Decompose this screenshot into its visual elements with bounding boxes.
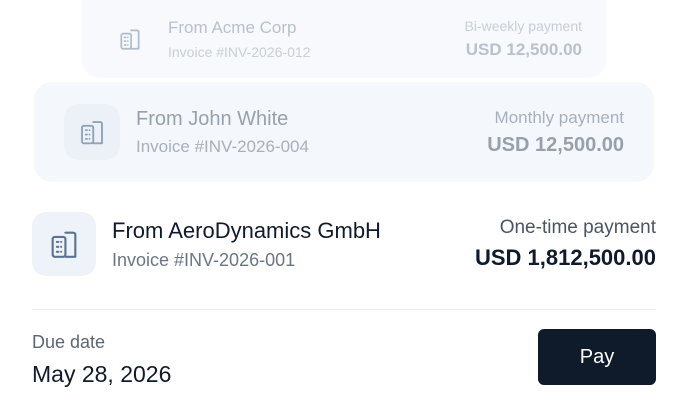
payment-type: Bi-weekly payment bbox=[464, 18, 583, 34]
invoice-number: Invoice #INV-2026-001 bbox=[112, 249, 296, 270]
invoice-sender: From Acme Corp bbox=[168, 18, 297, 37]
invoice-amount: USD 12,500.00 bbox=[465, 40, 582, 59]
due-date-value: May 28, 2026 bbox=[32, 361, 172, 387]
invoice-card-aerodynamics[interactable]: From AeroDynamics GmbH Invoice #INV-2026… bbox=[32, 196, 656, 292]
building-icon bbox=[64, 104, 120, 160]
invoice-amount: USD 12,500.00 bbox=[487, 133, 624, 156]
due-date-section: Due date May 28, 2026 bbox=[32, 332, 171, 388]
payment-type: Monthly payment bbox=[494, 107, 624, 127]
invoice-sender: From John White bbox=[136, 107, 289, 130]
payment-type: One-time payment bbox=[499, 217, 656, 238]
divider bbox=[32, 309, 656, 310]
building-icon bbox=[32, 212, 96, 276]
due-date-label: Due date bbox=[32, 332, 106, 352]
building-icon bbox=[106, 15, 154, 63]
invoice-number: Invoice #INV-2026-004 bbox=[136, 136, 309, 156]
pay-button[interactable]: Pay bbox=[538, 329, 656, 385]
invoice-number: Invoice #INV-2026-012 bbox=[168, 44, 311, 60]
invoice-card-acme[interactable]: From Acme Corp Invoice #INV-2026-012 Bi-… bbox=[82, 0, 606, 78]
invoice-amount: USD 1,812,500.00 bbox=[474, 245, 656, 270]
invoice-sender: From AeroDynamics GmbH bbox=[112, 217, 381, 243]
invoice-card-john-white[interactable]: From John White Invoice #INV-2026-004 Mo… bbox=[34, 82, 654, 182]
